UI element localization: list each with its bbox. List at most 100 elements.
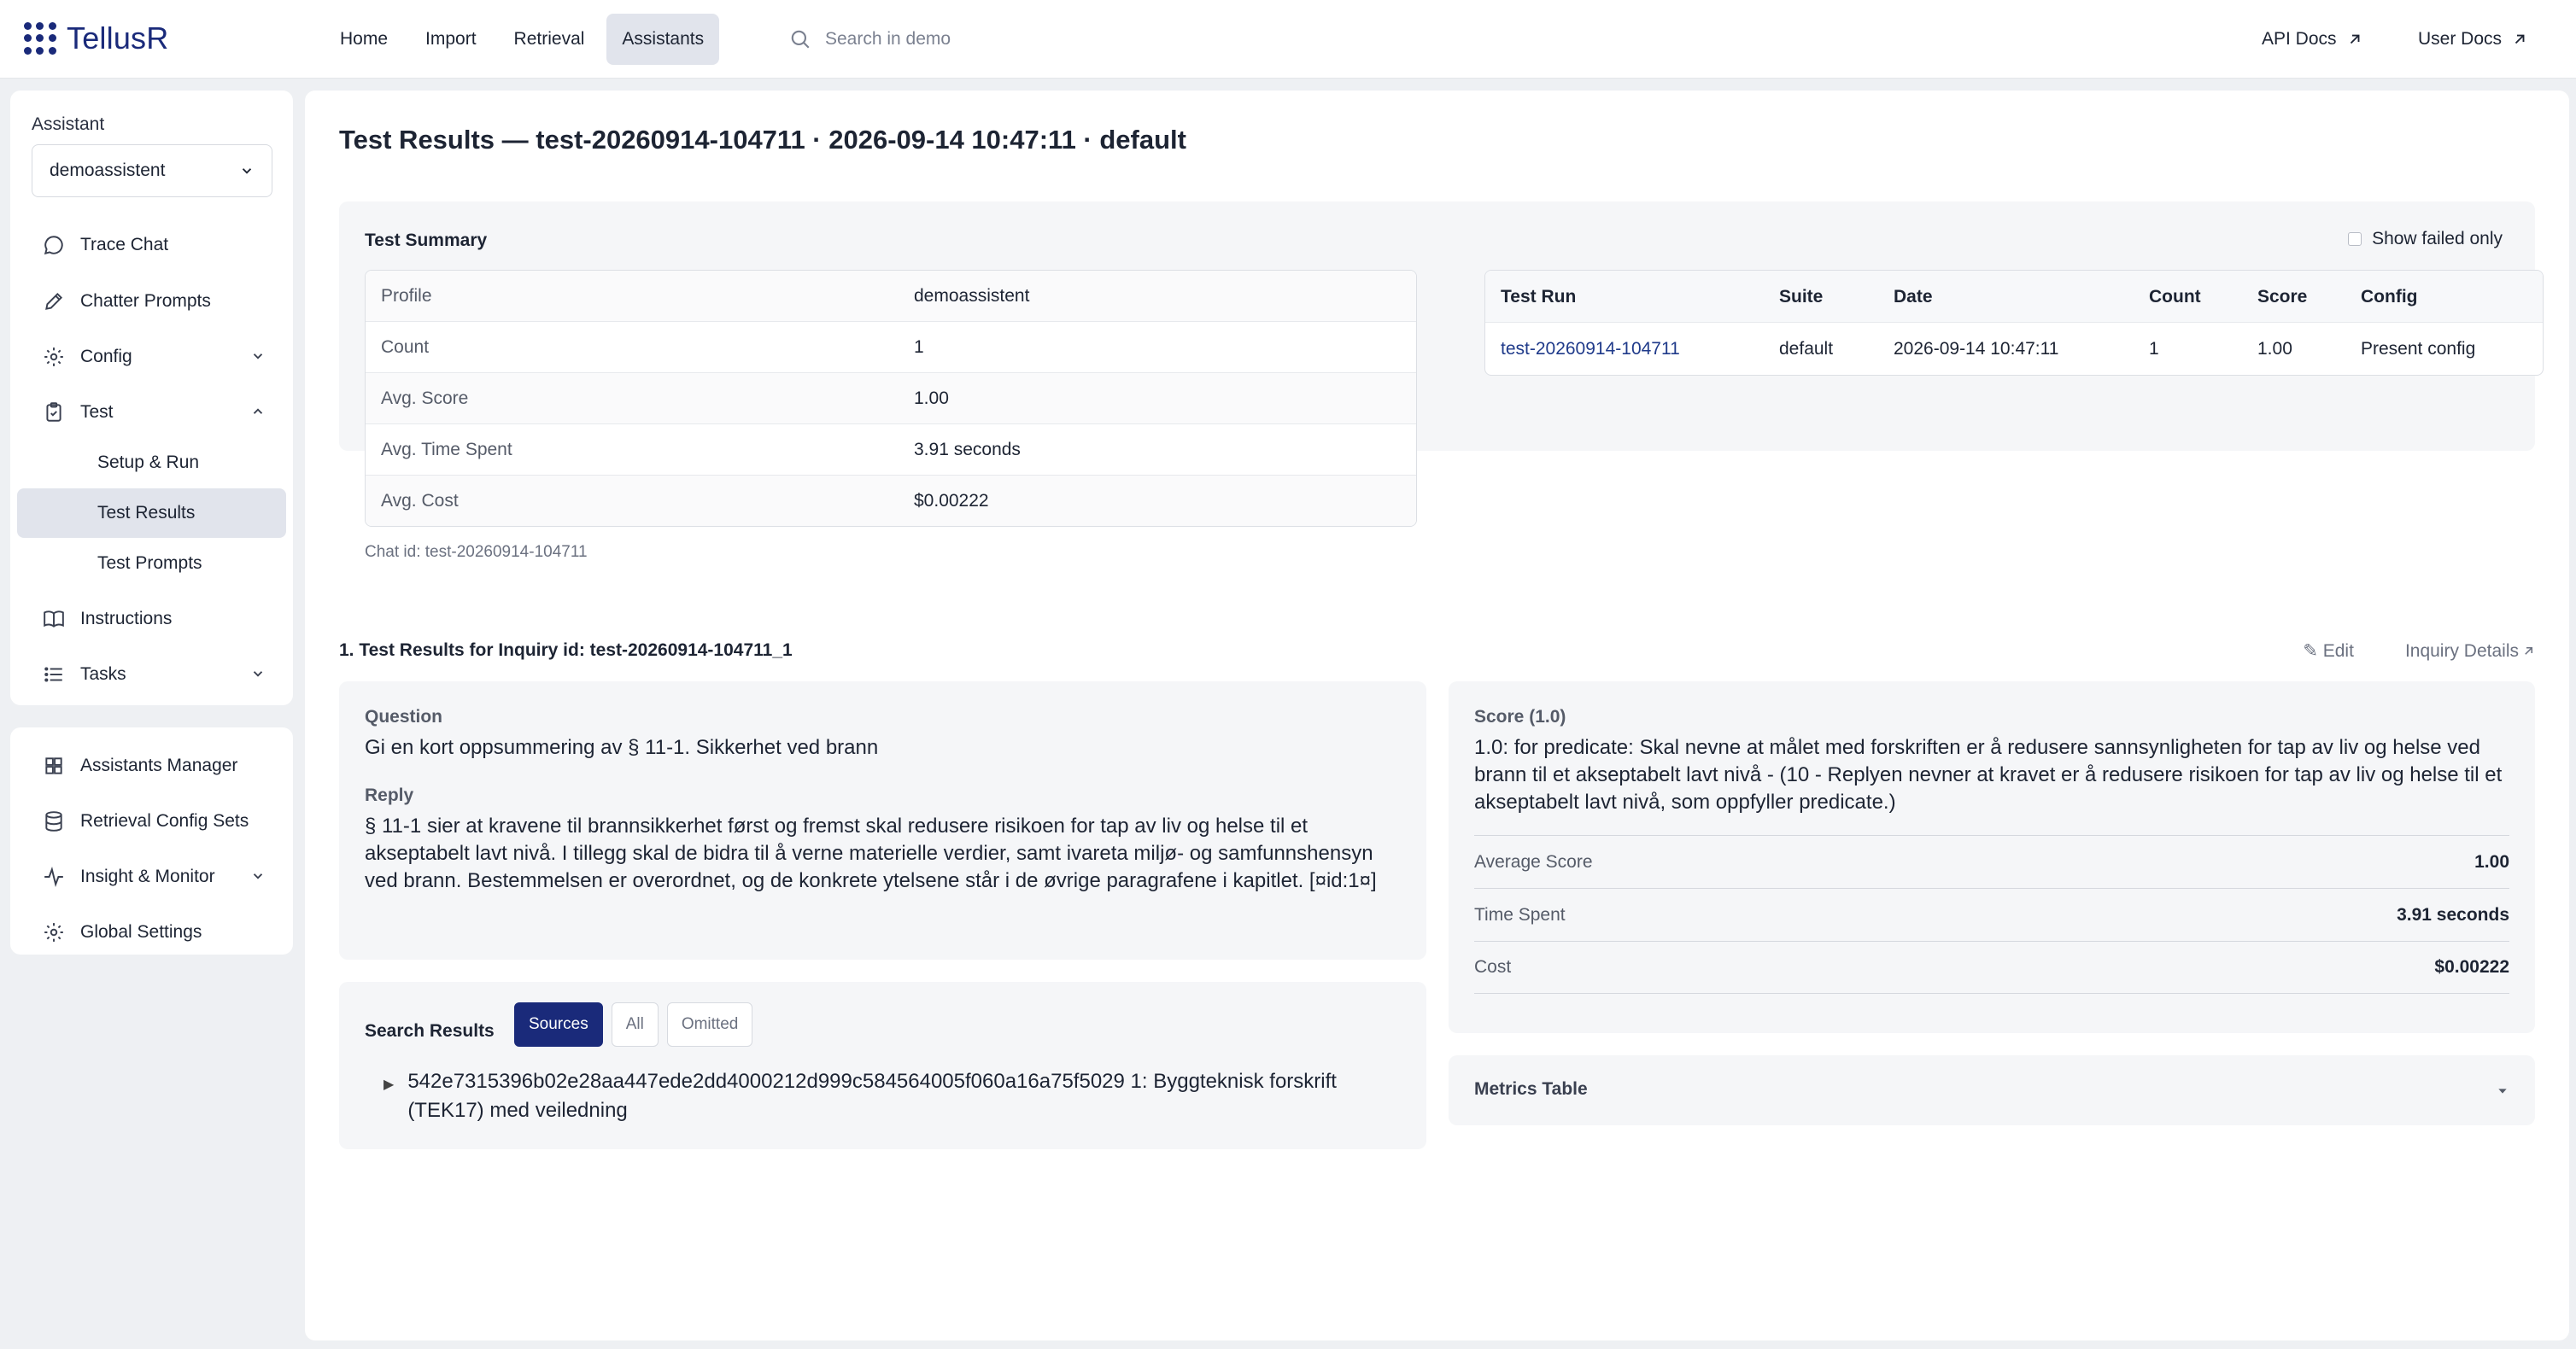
sidebar-item-retrieval-config-sets[interactable]: Retrieval Config Sets (17, 797, 286, 846)
metrics-table-title: Metrics Table (1474, 1079, 1588, 1099)
grid-icon (41, 753, 67, 779)
table-row: test-20260914-104711 default 2026-09-14 … (1485, 323, 2543, 375)
summary-value: 1 (914, 336, 924, 357)
book-icon (41, 606, 67, 632)
gear-icon (41, 344, 67, 370)
chat-id: Chat id: test-20260914-104711 (365, 543, 588, 561)
summary-value: demoassistent (914, 285, 1030, 306)
main-nav: Home Import Retrieval Assistants (325, 14, 726, 65)
score-key: Average Score (1474, 851, 1593, 872)
clipboard-icon (41, 400, 67, 425)
assistant-select-value: demoassistent (50, 161, 166, 180)
assistant-select[interactable]: demoassistent (32, 144, 272, 197)
sidebar-item-chatter-prompts[interactable]: Chatter Prompts (17, 277, 286, 326)
external-link-icon (2515, 34, 2525, 44)
column-header: Config (2361, 286, 2418, 307)
activity-icon (41, 864, 67, 890)
sidebar-assistant-panel: Assistant demoassistent Trace Chat Chatt… (10, 91, 293, 705)
show-failed-only-label: Show failed only (2372, 229, 2503, 248)
nav-assistants[interactable]: Assistants (606, 14, 720, 65)
metrics-table-accordion[interactable]: Metrics Table (1449, 1055, 2535, 1125)
sidebar-item-test[interactable]: Test (17, 388, 286, 437)
sidebar-item-label: Test Prompts (97, 553, 202, 573)
sidebar-item-label: Trace Chat (80, 235, 169, 254)
search-result-item[interactable]: ▶ 542e7315396b02e28aa447ede2dd4000212d99… (383, 1067, 1366, 1125)
app-logo[interactable]: TellusR (24, 19, 168, 58)
search-icon (791, 30, 810, 49)
sidebar-item-instructions[interactable]: Instructions (17, 594, 286, 644)
checkbox[interactable] (2348, 232, 2362, 246)
caret-down-icon (2498, 1089, 2507, 1094)
score-key: Time Spent (1474, 904, 1566, 925)
edit-button[interactable]: ✎ Edit (2303, 640, 2354, 662)
nav-home[interactable]: Home (325, 14, 403, 65)
table-row: Count 1 (366, 322, 1416, 373)
sidebar-item-label: Test (80, 402, 114, 422)
sidebar-item-insight-monitor[interactable]: Insight & Monitor (17, 852, 286, 902)
reply-label: Reply (365, 785, 414, 805)
summary-value: $0.00222 (914, 491, 989, 511)
score-panel: Score (1.0) 1.0: for predicate: Skal nev… (1449, 681, 2535, 1033)
sidebar-item-test-prompts[interactable]: Test Prompts (17, 539, 286, 588)
main-content: Test Results — test-20260914-104711 · 20… (305, 91, 2569, 1340)
inquiry-heading: 1. Test Results for Inquiry id: test-202… (339, 640, 793, 660)
chevron-up-icon (253, 408, 263, 414)
score-text: 1.0: for predicate: Skal nevne at målet … (1474, 736, 2503, 814)
summary-table: Profile demoassistent Count 1 Avg. Score… (365, 270, 1417, 527)
table-row: Avg. Cost $0.00222 (366, 476, 1416, 526)
api-docs-label: API Docs (2262, 29, 2337, 49)
search-result-text: 542e7315396b02e28aa447ede2dd4000212d999c… (407, 1070, 1337, 1122)
nav-retrieval[interactable]: Retrieval (499, 14, 600, 65)
config-link[interactable]: Present config (2361, 323, 2475, 375)
list-icon (41, 662, 67, 687)
sidebar-item-setup-run[interactable]: Setup & Run (17, 438, 286, 488)
search-placeholder: Search in demo (825, 29, 951, 49)
tab-all[interactable]: All (611, 1002, 659, 1047)
sidebar-item-global-settings[interactable]: Global Settings (17, 908, 286, 957)
sidebar-item-label: Instructions (80, 609, 173, 628)
page-title: Test Results — test-20260914-104711 · 20… (339, 125, 1186, 155)
score-row: Average Score 1.00 (1474, 835, 2509, 888)
column-header: Count (2149, 286, 2201, 307)
expand-triangle-icon[interactable]: ▶ (383, 1071, 394, 1125)
nav-import[interactable]: Import (410, 14, 492, 65)
sidebar-item-label: Global Settings (80, 922, 202, 942)
summary-key: Profile (381, 285, 432, 306)
summary-key: Count (381, 336, 430, 357)
user-docs-label: User Docs (2418, 29, 2503, 49)
table-header-row: Test Run Suite Date Count Score Config (1485, 271, 2543, 323)
column-header: Test Run (1501, 286, 1577, 307)
chevron-down-icon (253, 671, 263, 677)
search-results-panel: Search Results Sources All Omitted ▶ 542… (339, 982, 1426, 1149)
sidebar-item-label: Chatter Prompts (80, 291, 211, 311)
search-input[interactable]: Search in demo (789, 22, 951, 56)
user-docs-link[interactable]: User Docs (2418, 22, 2527, 56)
sidebar-item-tasks[interactable]: Tasks (17, 650, 286, 699)
table-cell: default (1779, 338, 1834, 359)
test-run-table: Test Run Suite Date Count Score Config t… (1484, 270, 2544, 376)
sidebar-item-test-results[interactable]: Test Results (17, 488, 286, 538)
gear-icon (41, 920, 67, 945)
sidebar-item-assistants-manager[interactable]: Assistants Manager (17, 741, 286, 791)
summary-key: Avg. Score (381, 388, 469, 408)
tab-omitted[interactable]: Omitted (666, 1002, 753, 1047)
chat-bubble-icon (41, 232, 67, 258)
assistant-label: Assistant (32, 114, 105, 134)
table-row: Avg. Time Spent 3.91 seconds (366, 424, 1416, 476)
show-failed-only-toggle[interactable]: Show failed only (2348, 229, 2503, 249)
tab-sources[interactable]: Sources (514, 1002, 603, 1047)
chevron-down-icon (242, 168, 252, 174)
summary-value: 3.91 seconds (914, 439, 1021, 459)
sidebar-item-label: Retrieval Config Sets (80, 811, 249, 831)
test-run-link[interactable]: test-20260914-104711 (1501, 323, 1680, 375)
question-text: Gi en kort oppsummering av § 11-1. Sikke… (365, 736, 879, 759)
sidebar-item-trace-chat[interactable]: Trace Chat (17, 220, 286, 270)
chevron-down-icon (253, 873, 263, 879)
column-header: Date (1894, 286, 1933, 307)
score-value: 1.00 (2474, 851, 2509, 872)
sidebar-item-config[interactable]: Config (17, 332, 286, 382)
inquiry-details-link[interactable]: Inquiry Details (2380, 640, 2535, 662)
sidebar-item-label: Setup & Run (97, 453, 200, 472)
api-docs-link[interactable]: API Docs (2262, 22, 2362, 56)
column-header: Suite (1779, 286, 1824, 307)
